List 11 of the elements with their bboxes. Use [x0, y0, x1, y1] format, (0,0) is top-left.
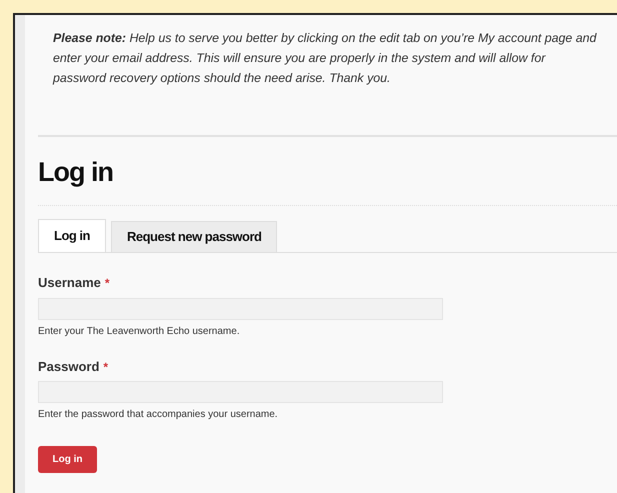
tab[interactable]: Request new password: [111, 221, 278, 252]
field-label: Username: [38, 274, 101, 292]
help-text: Enter your The Leavenworth Echo username.: [38, 324, 241, 338]
login-button[interactable]: Log in: [38, 446, 97, 473]
required-mark: *: [103, 358, 108, 376]
page-heading: Log in: [38, 156, 113, 189]
required-mark: *: [104, 275, 110, 292]
tab[interactable]: Log in: [38, 219, 106, 252]
field-label: Password: [38, 358, 100, 376]
help-text: Enter the password that accompanies your username.: [38, 408, 279, 422]
notice-text: Please note: Help us to serve you better by clicking on the edit tab on you’re My account page and enter your email address. This will ensure you are properly in the system and will allow for password recovery options should the need arise. Thank you.: [52, 30, 598, 87]
